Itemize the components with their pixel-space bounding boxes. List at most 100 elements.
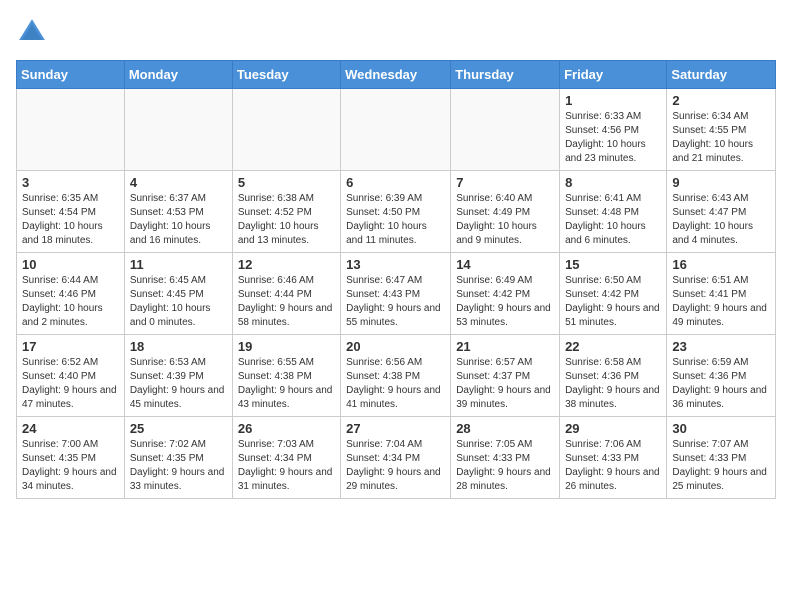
calendar-cell: 1 Sunrise: 6:33 AM Sunset: 4:56 PM Daylig… xyxy=(560,89,667,171)
day-number: 19 xyxy=(238,339,335,354)
calendar-cell: 4 Sunrise: 6:37 AM Sunset: 4:53 PM Daylig… xyxy=(124,171,232,253)
weekday-header-thursday: Thursday xyxy=(451,61,560,89)
day-info: Sunrise: 6:57 AM Sunset: 4:37 PM Dayligh… xyxy=(456,356,554,412)
calendar-cell: 25 Sunrise: 7:02 AM Sunset: 4:35 PM Dayli… xyxy=(124,417,232,499)
day-info: Sunrise: 6:56 AM Sunset: 4:38 PM Dayligh… xyxy=(346,356,445,412)
day-info: Sunrise: 6:45 AM Sunset: 4:45 PM Dayligh… xyxy=(130,274,227,330)
calendar-cell: 19 Sunrise: 6:55 AM Sunset: 4:38 PM Dayli… xyxy=(232,335,340,417)
day-info: Sunrise: 6:51 AM Sunset: 4:41 PM Dayligh… xyxy=(672,274,770,330)
calendar-cell: 9 Sunrise: 6:43 AM Sunset: 4:47 PM Daylig… xyxy=(667,171,776,253)
calendar-header: SundayMondayTuesdayWednesdayThursdayFrid… xyxy=(17,61,776,89)
day-number: 18 xyxy=(130,339,227,354)
day-number: 23 xyxy=(672,339,770,354)
day-number: 7 xyxy=(456,175,554,190)
day-info: Sunrise: 6:55 AM Sunset: 4:38 PM Dayligh… xyxy=(238,356,335,412)
day-info: Sunrise: 7:07 AM Sunset: 4:33 PM Dayligh… xyxy=(672,438,770,494)
day-number: 3 xyxy=(22,175,119,190)
calendar-cell xyxy=(232,89,340,171)
day-info: Sunrise: 7:00 AM Sunset: 4:35 PM Dayligh… xyxy=(22,438,119,494)
day-info: Sunrise: 6:52 AM Sunset: 4:40 PM Dayligh… xyxy=(22,356,119,412)
day-number: 26 xyxy=(238,421,335,436)
day-number: 22 xyxy=(565,339,661,354)
logo-icon xyxy=(16,16,48,48)
calendar-cell: 6 Sunrise: 6:39 AM Sunset: 4:50 PM Daylig… xyxy=(341,171,451,253)
day-info: Sunrise: 6:44 AM Sunset: 4:46 PM Dayligh… xyxy=(22,274,119,330)
calendar-cell: 28Sunrise: 7:05 AM Sunset: 4:33 PM Dayli… xyxy=(451,417,560,499)
calendar-cell: 21 Sunrise: 6:57 AM Sunset: 4:37 PM Dayli… xyxy=(451,335,560,417)
calendar-cell: 16 Sunrise: 6:51 AM Sunset: 4:41 PM Dayli… xyxy=(667,253,776,335)
day-number: 9 xyxy=(672,175,770,190)
day-number: 12 xyxy=(238,257,335,272)
calendar-cell xyxy=(341,89,451,171)
weekday-header-saturday: Saturday xyxy=(667,61,776,89)
calendar-cell: 3 Sunrise: 6:35 AM Sunset: 4:54 PM Daylig… xyxy=(17,171,125,253)
calendar-cell: 17 Sunrise: 6:52 AM Sunset: 4:40 PM Dayli… xyxy=(17,335,125,417)
day-number: 17 xyxy=(22,339,119,354)
day-number: 16 xyxy=(672,257,770,272)
calendar-cell: 22 Sunrise: 6:58 AM Sunset: 4:36 PM Dayli… xyxy=(560,335,667,417)
day-info: Sunrise: 6:58 AM Sunset: 4:36 PM Dayligh… xyxy=(565,356,661,412)
calendar-cell: 5 Sunrise: 6:38 AM Sunset: 4:52 PM Daylig… xyxy=(232,171,340,253)
calendar-cell: 23 Sunrise: 6:59 AM Sunset: 4:36 PM Dayli… xyxy=(667,335,776,417)
calendar-cell: 30 Sunrise: 7:07 AM Sunset: 4:33 PM Dayli… xyxy=(667,417,776,499)
day-number: 5 xyxy=(238,175,335,190)
calendar-cell: 27 Sunrise: 7:04 AM Sunset: 4:34 PM Dayli… xyxy=(341,417,451,499)
day-number: 14 xyxy=(456,257,554,272)
calendar-cell: 12 Sunrise: 6:46 AM Sunset: 4:44 PM Dayli… xyxy=(232,253,340,335)
day-number: 28 xyxy=(456,421,554,436)
day-number: 15 xyxy=(565,257,661,272)
day-info: Sunrise: 6:33 AM Sunset: 4:56 PM Dayligh… xyxy=(565,110,661,166)
calendar-cell: 2 Sunrise: 6:34 AM Sunset: 4:55 PM Daylig… xyxy=(667,89,776,171)
day-info: Sunrise: 6:41 AM Sunset: 4:48 PM Dayligh… xyxy=(565,192,661,248)
day-info: Sunrise: 6:47 AM Sunset: 4:43 PM Dayligh… xyxy=(346,274,445,330)
calendar-cell: 10 Sunrise: 6:44 AM Sunset: 4:46 PM Dayli… xyxy=(17,253,125,335)
calendar-cell: 20 Sunrise: 6:56 AM Sunset: 4:38 PM Dayli… xyxy=(341,335,451,417)
calendar-row-4: 17 Sunrise: 6:52 AM Sunset: 4:40 PM Dayli… xyxy=(17,335,776,417)
calendar-row-2: 3 Sunrise: 6:35 AM Sunset: 4:54 PM Daylig… xyxy=(17,171,776,253)
day-info: Sunrise: 6:59 AM Sunset: 4:36 PM Dayligh… xyxy=(672,356,770,412)
calendar-row-3: 10 Sunrise: 6:44 AM Sunset: 4:46 PM Dayli… xyxy=(17,253,776,335)
day-number: 2 xyxy=(672,93,770,108)
day-info: Sunrise: 7:02 AM Sunset: 4:35 PM Dayligh… xyxy=(130,438,227,494)
day-info: Sunrise: 7:06 AM Sunset: 4:33 PM Dayligh… xyxy=(565,438,661,494)
day-number: 4 xyxy=(130,175,227,190)
calendar: SundayMondayTuesdayWednesdayThursdayFrid… xyxy=(16,60,776,499)
day-info: Sunrise: 6:39 AM Sunset: 4:50 PM Dayligh… xyxy=(346,192,445,248)
day-info: Sunrise: 6:35 AM Sunset: 4:54 PM Dayligh… xyxy=(22,192,119,248)
day-number: 10 xyxy=(22,257,119,272)
day-number: 21 xyxy=(456,339,554,354)
day-number: 24 xyxy=(22,421,119,436)
calendar-cell: 11 Sunrise: 6:45 AM Sunset: 4:45 PM Dayli… xyxy=(124,253,232,335)
day-number: 29 xyxy=(565,421,661,436)
day-number: 30 xyxy=(672,421,770,436)
weekday-header-wednesday: Wednesday xyxy=(341,61,451,89)
day-number: 11 xyxy=(130,257,227,272)
calendar-cell: 24 Sunrise: 7:00 AM Sunset: 4:35 PM Dayli… xyxy=(17,417,125,499)
header xyxy=(16,16,776,48)
day-number: 20 xyxy=(346,339,445,354)
day-info: Sunrise: 6:38 AM Sunset: 4:52 PM Dayligh… xyxy=(238,192,335,248)
calendar-cell: 15 Sunrise: 6:50 AM Sunset: 4:42 PM Dayli… xyxy=(560,253,667,335)
day-number: 6 xyxy=(346,175,445,190)
calendar-cell: 18 Sunrise: 6:53 AM Sunset: 4:39 PM Dayli… xyxy=(124,335,232,417)
day-info: Sunrise: 6:34 AM Sunset: 4:55 PM Dayligh… xyxy=(672,110,770,166)
calendar-cell xyxy=(17,89,125,171)
day-number: 8 xyxy=(565,175,661,190)
day-number: 27 xyxy=(346,421,445,436)
calendar-cell: 13 Sunrise: 6:47 AM Sunset: 4:43 PM Dayli… xyxy=(341,253,451,335)
calendar-cell xyxy=(124,89,232,171)
day-info: Sunrise: 6:46 AM Sunset: 4:44 PM Dayligh… xyxy=(238,274,335,330)
day-number: 25 xyxy=(130,421,227,436)
calendar-row-5: 24 Sunrise: 7:00 AM Sunset: 4:35 PM Dayli… xyxy=(17,417,776,499)
day-number: 13 xyxy=(346,257,445,272)
calendar-cell: 7 Sunrise: 6:40 AM Sunset: 4:49 PM Daylig… xyxy=(451,171,560,253)
day-number: 1 xyxy=(565,93,661,108)
day-info: Sunrise: 7:03 AM Sunset: 4:34 PM Dayligh… xyxy=(238,438,335,494)
day-info: Sunrise: 7:04 AM Sunset: 4:34 PM Dayligh… xyxy=(346,438,445,494)
weekday-header-friday: Friday xyxy=(560,61,667,89)
day-info: Sunrise: 6:43 AM Sunset: 4:47 PM Dayligh… xyxy=(672,192,770,248)
day-info: Sunrise: 6:40 AM Sunset: 4:49 PM Dayligh… xyxy=(456,192,554,248)
day-info: Sunrise: 6:53 AM Sunset: 4:39 PM Dayligh… xyxy=(130,356,227,412)
day-info: Sunrise: 6:37 AM Sunset: 4:53 PM Dayligh… xyxy=(130,192,227,248)
day-info: Sunrise: 6:50 AM Sunset: 4:42 PM Dayligh… xyxy=(565,274,661,330)
